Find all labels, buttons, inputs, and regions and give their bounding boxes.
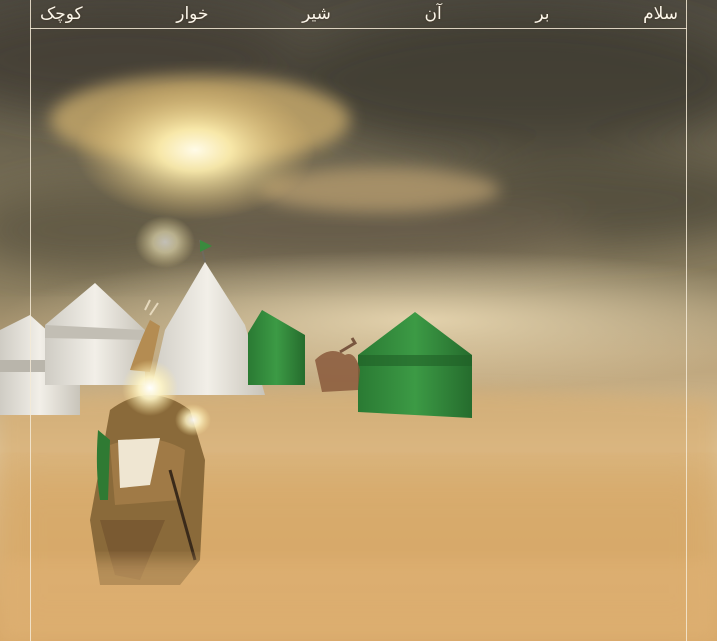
poster-scene: سلام بر آن شیر خوار کوچک [0, 0, 717, 641]
halo-glow [122, 360, 178, 416]
poster-title: سلام بر آن شیر خوار کوچک [34, 0, 684, 28]
title-word: کوچک [40, 4, 83, 24]
desert-camp-illustration [0, 0, 717, 641]
frame-top-line [30, 28, 687, 29]
frame-left-line [30, 0, 31, 641]
frame-right-line [686, 0, 687, 641]
title-word: آن [424, 4, 442, 24]
title-word: خوار [176, 4, 209, 24]
title-word: شیر [302, 4, 331, 24]
title-word: سلام [643, 4, 678, 24]
sun-glow [75, 80, 315, 220]
title-word: بر [535, 4, 550, 24]
